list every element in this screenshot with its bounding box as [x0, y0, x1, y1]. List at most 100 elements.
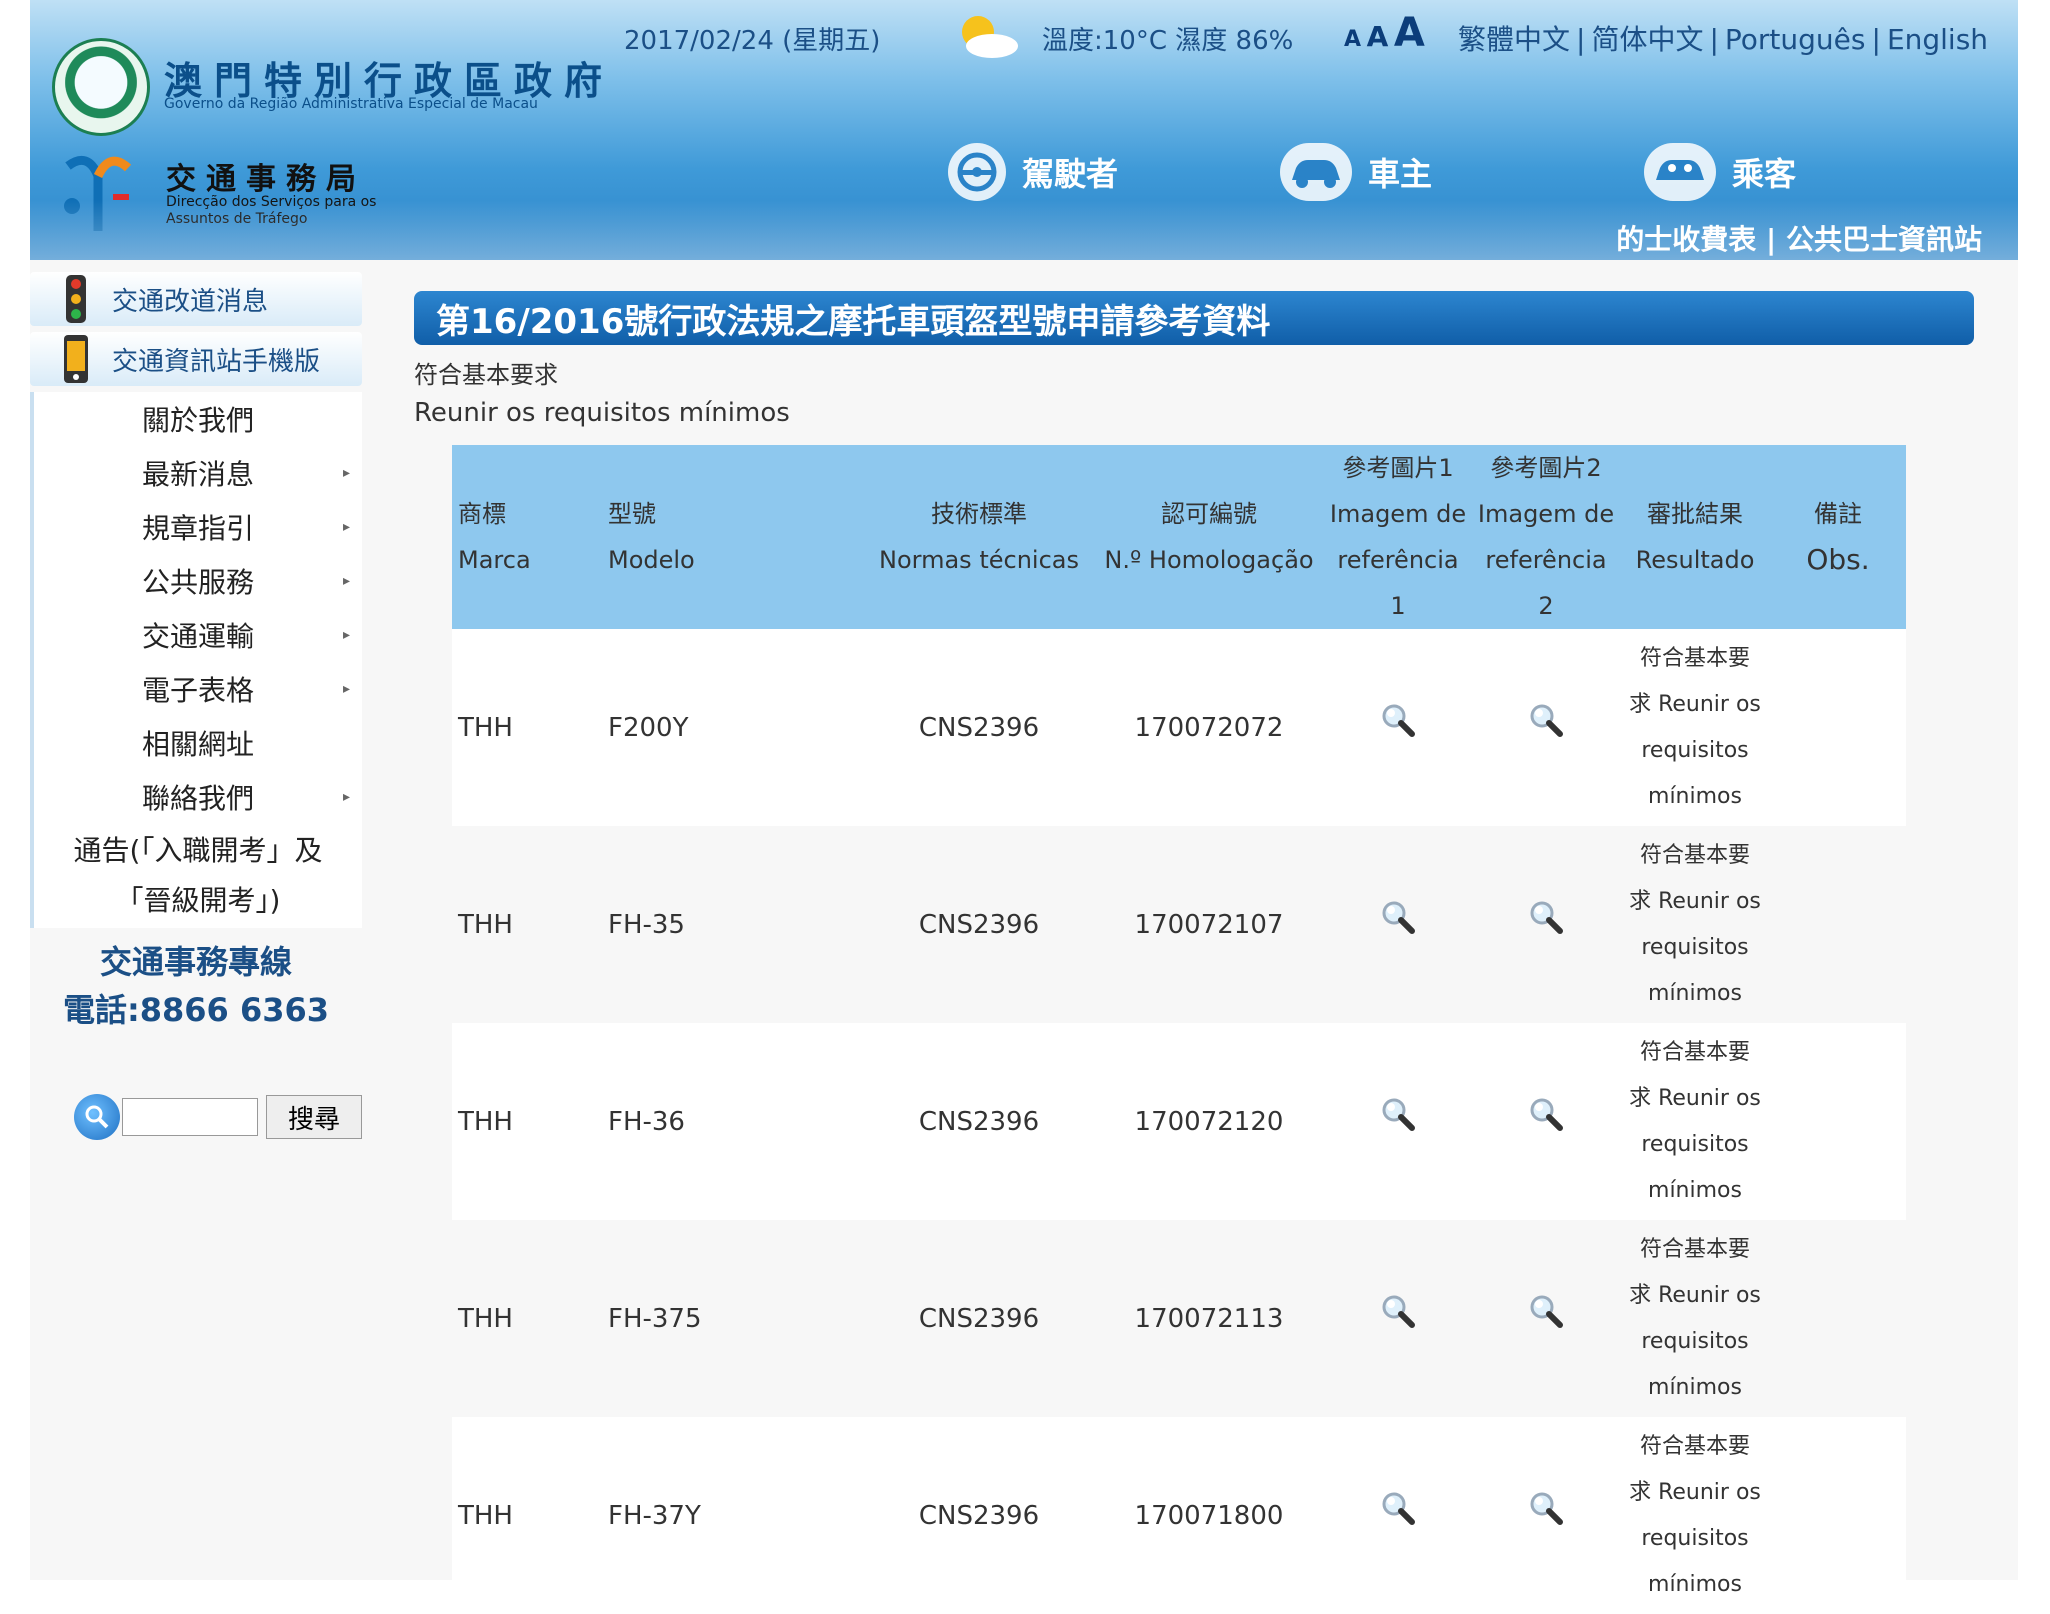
- cell-result: 符合基本要求 Reunir os requisitos mínimos: [1620, 826, 1770, 1023]
- sidebar-item-related-links[interactable]: 相關網址: [34, 716, 362, 770]
- column-header-model: 型號 Modelo: [602, 445, 864, 629]
- sidebar-item-label: 交通運輸: [141, 620, 254, 653]
- partly-cloudy-icon: [952, 12, 1020, 60]
- magnifier-icon[interactable]: [1380, 899, 1416, 950]
- cell-standard: CNS2396: [864, 1417, 1094, 1614]
- nav-drivers[interactable]: 駕駛者: [948, 142, 1118, 202]
- cell-result: 符合基本要求 Reunir os requisitos mínimos: [1620, 1220, 1770, 1417]
- sidebar-item-transport[interactable]: 交通運輸 ▸: [34, 608, 362, 662]
- sidebar-item-public-services[interactable]: 公共服務 ▸: [34, 554, 362, 608]
- hotline-phone: 電話:8866 6363: [62, 991, 330, 1029]
- sidebar-item-label: 規章指引: [141, 512, 254, 545]
- cell-brand: THH: [452, 1220, 602, 1417]
- bus-info-link[interactable]: 公共巴士資訊站: [1786, 223, 1982, 256]
- cell-image-1: [1324, 1417, 1472, 1614]
- cell-image-1: [1324, 1023, 1472, 1220]
- lang-separator: |: [1576, 23, 1586, 56]
- cell-obs: [1770, 1417, 1906, 1614]
- table-row: THH F200Y CNS2396 170072072 符合基本要求 Reunir os…: [452, 629, 1906, 826]
- sidebar-item-contact[interactable]: 聯絡我們 ▸: [34, 770, 362, 824]
- nav-passengers[interactable]: 乘客: [1644, 142, 1796, 202]
- cell-standard: CNS2396: [864, 1023, 1094, 1220]
- lang-separator: |: [1871, 23, 1881, 56]
- table-header-row: 商標 Marca 型號 Modelo 技術標準 Normas técnicas 認可編…: [452, 445, 1906, 629]
- cell-approval-no: 170071800: [1094, 1417, 1324, 1614]
- sidebar-item-label: 相關網址: [141, 728, 254, 761]
- magnifier-icon[interactable]: [1380, 1096, 1416, 1147]
- magnifier-icon[interactable]: [1528, 702, 1564, 753]
- lang-portuguese[interactable]: Português: [1725, 23, 1866, 56]
- magnifier-icon[interactable]: [1528, 899, 1564, 950]
- result-line: 求 Reunir os: [1629, 1282, 1761, 1308]
- result-line: 求 Reunir os: [1629, 1085, 1761, 1111]
- cell-image-2: [1472, 826, 1620, 1023]
- font-size-medium-button[interactable]: A: [1367, 20, 1389, 53]
- submenu-arrow-icon: ▸: [342, 789, 350, 805]
- sidebar-item-news[interactable]: 最新消息 ▸: [34, 446, 362, 500]
- result-line: 求 Reunir os: [1629, 888, 1761, 914]
- cell-model: FH-375: [602, 1220, 864, 1417]
- magnifier-icon[interactable]: [1528, 1096, 1564, 1147]
- sidebar-item-label: 關於我們: [141, 404, 254, 437]
- hotline-label: 交通事務專線: [99, 943, 292, 981]
- macao-emblem-icon[interactable]: [52, 38, 150, 136]
- submenu-arrow-icon: ▸: [342, 465, 350, 481]
- page-title: 第16/2016號行政法規之摩托車頭盔型號申請參考資料: [414, 291, 1974, 345]
- magnifier-icon[interactable]: [1380, 702, 1416, 753]
- lang-traditional-chinese[interactable]: 繁體中文: [1458, 23, 1570, 56]
- quick-link-separator: |: [1766, 223, 1777, 256]
- search-input[interactable]: [122, 1098, 258, 1136]
- sidebar-item-label: 聯絡我們: [141, 782, 254, 815]
- result-line: requisitos: [1641, 934, 1749, 960]
- search-icon: [74, 1094, 120, 1140]
- column-header-approval-no: 認可編號 N.º Homologação: [1094, 445, 1324, 629]
- cell-model: FH-37Y: [602, 1417, 864, 1614]
- sidebar-item-about[interactable]: 關於我們: [34, 392, 362, 446]
- sidebar-item-label: 公共服務: [141, 566, 254, 599]
- result-line: requisitos: [1641, 737, 1749, 763]
- notice-line-1: 通告(「入職開考」及: [73, 834, 323, 867]
- cell-image-1: [1324, 826, 1472, 1023]
- helmet-models-table: 商標 Marca 型號 Modelo 技術標準 Normas técnicas 認可編…: [452, 445, 1906, 1614]
- submenu-arrow-icon: ▸: [342, 681, 350, 697]
- magnifier-icon[interactable]: [1528, 1490, 1564, 1541]
- cell-brand: THH: [452, 1023, 602, 1220]
- sidebar-item-recruitment-notice[interactable]: 通告(「入職開考」及 「晉級開考」): [34, 824, 362, 928]
- submenu-arrow-icon: ▸: [342, 573, 350, 589]
- nav-car-owners[interactable]: 車主: [1280, 142, 1432, 202]
- font-size-small-button[interactable]: A: [1344, 27, 1361, 52]
- magnifier-icon[interactable]: [1380, 1293, 1416, 1344]
- result-line: requisitos: [1641, 1525, 1749, 1551]
- magnifier-icon[interactable]: [1528, 1293, 1564, 1344]
- column-header-image-2: 參考圖片2 Imagem de referência 2: [1472, 445, 1620, 629]
- magnifier-icon[interactable]: [1380, 1490, 1416, 1541]
- lang-english[interactable]: English: [1887, 23, 1988, 56]
- search-button[interactable]: 搜尋: [266, 1095, 362, 1139]
- result-line: mínimos: [1648, 783, 1742, 809]
- sidebar: 交通改道消息 交通資訊站手機版 關於我們 最新消息 ▸ 規章指引 ▸ 公共服務 ▸ 交…: [30, 272, 362, 1140]
- taxi-fare-link[interactable]: 的士收費表: [1616, 223, 1756, 256]
- font-size-large-button[interactable]: A: [1394, 10, 1425, 56]
- result-line: 符合基本要: [1639, 1236, 1750, 1262]
- promo-mobile-version[interactable]: 交通資訊站手機版: [30, 332, 362, 386]
- sidebar-item-regulations[interactable]: 規章指引 ▸: [34, 500, 362, 554]
- submenu-arrow-icon: ▸: [342, 519, 350, 535]
- column-header-image-1: 參考圖片1 Imagem de referência 1: [1324, 445, 1472, 629]
- cell-result: 符合基本要求 Reunir os requisitos mínimos: [1620, 629, 1770, 826]
- result-line: mínimos: [1648, 1571, 1742, 1597]
- dsat-logo-icon[interactable]: [58, 146, 136, 234]
- result-line: 符合基本要: [1639, 1433, 1750, 1459]
- sidebar-item-label: 電子表格: [141, 674, 254, 707]
- lang-simplified-chinese[interactable]: 简体中文: [1591, 23, 1703, 56]
- language-switcher: 繁體中文 | 简体中文 | Português | English: [1458, 18, 1988, 58]
- promo-traffic-diversion[interactable]: 交通改道消息: [30, 272, 362, 326]
- result-line: mínimos: [1648, 1177, 1742, 1203]
- sidebar-item-e-forms[interactable]: 電子表格 ▸: [34, 662, 362, 716]
- cell-image-2: [1472, 1220, 1620, 1417]
- cell-image-1: [1324, 629, 1472, 826]
- cell-obs: [1770, 1023, 1906, 1220]
- passenger-car-icon: [1644, 143, 1716, 201]
- cell-model: FH-35: [602, 826, 864, 1023]
- traffic-light-icon: [54, 275, 98, 323]
- cell-brand: THH: [452, 629, 602, 826]
